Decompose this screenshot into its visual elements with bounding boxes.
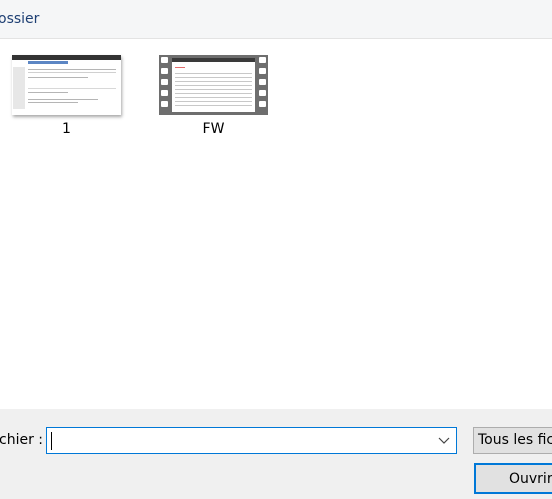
- new-folder-button[interactable]: ossier: [0, 11, 39, 27]
- open-button-label: Ouvrir: [509, 471, 552, 487]
- filetype-value: Tous les fich: [478, 432, 552, 448]
- dialog-footer: chier : Tous les fich Ouvrir: [0, 409, 552, 499]
- image-thumbnail: [12, 55, 121, 115]
- filename-input[interactable]: [49, 430, 433, 451]
- file-list: 1 FW: [0, 40, 552, 409]
- filename-combobox[interactable]: [46, 427, 457, 454]
- text-caret: [51, 432, 52, 450]
- file-item-1[interactable]: 1: [12, 55, 121, 137]
- filename-label: chier :: [0, 432, 43, 448]
- file-name: FW: [202, 121, 225, 137]
- command-bar: ossier: [0, 0, 552, 39]
- film-strip-icon: [159, 55, 170, 115]
- open-button[interactable]: Ouvrir: [474, 463, 552, 494]
- file-name: 1: [62, 121, 71, 137]
- filetype-select[interactable]: Tous les fich: [473, 427, 552, 454]
- file-item-fw[interactable]: FW: [159, 55, 268, 137]
- chevron-down-icon[interactable]: [438, 434, 450, 446]
- video-thumbnail: [159, 55, 268, 115]
